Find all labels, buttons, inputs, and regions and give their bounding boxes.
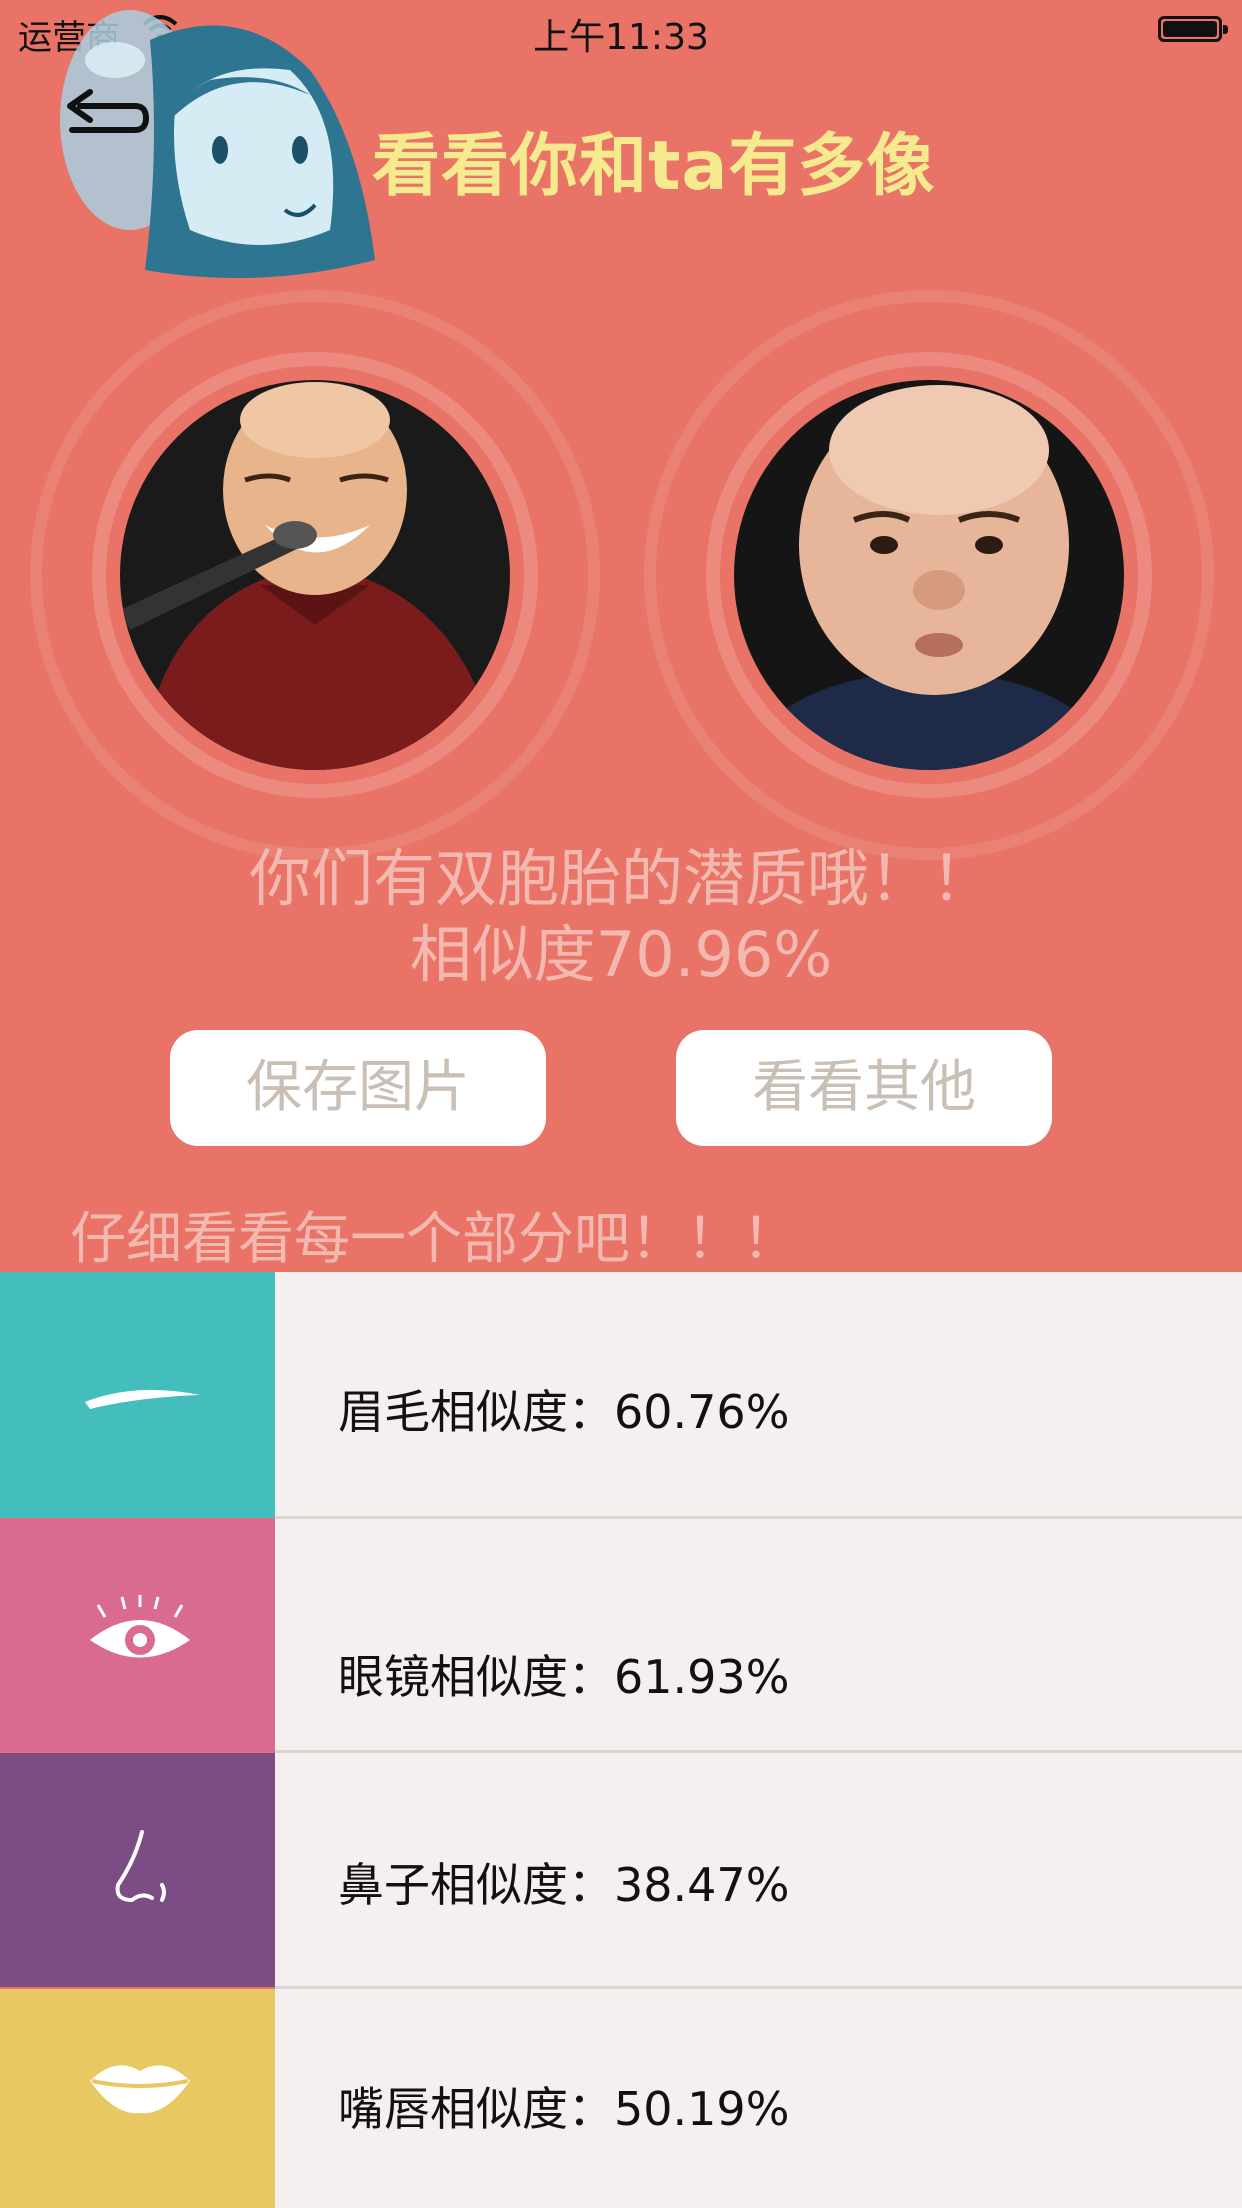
- nose-icon: [115, 1830, 166, 1903]
- battery-icon: [1158, 16, 1228, 42]
- nose-similarity: 鼻子相似度：38.47%: [338, 1858, 790, 1912]
- nose-swatch: [0, 1753, 275, 1987]
- lips-swatch: [0, 1989, 275, 2208]
- feature-row-eyebrow[interactable]: 眉毛相似度：60.76%: [0, 1272, 1242, 1518]
- back-arrow-icon[interactable]: [60, 88, 150, 148]
- lips-icon: [90, 2065, 190, 2114]
- right-face-photo[interactable]: [734, 380, 1124, 770]
- eyebrow-similarity: 眉毛相似度：60.76%: [338, 1385, 790, 1439]
- eye-similarity: 眼镜相似度：61.93%: [338, 1650, 790, 1704]
- eyebrow-icon: [85, 1389, 200, 1409]
- save-image-button[interactable]: 保存图片: [170, 1030, 546, 1146]
- section-title: 仔细看看每一个部分吧！！！: [70, 1207, 798, 1272]
- feature-row-eye[interactable]: 眼镜相似度：61.93%: [0, 1519, 1242, 1752]
- left-face-photo[interactable]: [120, 380, 510, 770]
- eye-swatch: [0, 1519, 275, 1752]
- see-others-button[interactable]: 看看其他: [676, 1030, 1052, 1146]
- left-photo-frame: [30, 290, 600, 860]
- feature-row-lips[interactable]: 嘴唇相似度：50.19%: [0, 1989, 1242, 2208]
- lips-similarity: 嘴唇相似度：50.19%: [338, 2082, 790, 2136]
- right-photo-frame: [644, 290, 1214, 860]
- eye-icon: [90, 1595, 190, 1658]
- feature-row-nose[interactable]: 鼻子相似度：38.47%: [0, 1753, 1242, 1987]
- eyebrow-swatch: [0, 1272, 275, 1518]
- similarity-score: 相似度70.96%: [409, 918, 833, 991]
- page-title: 看看你和ta有多像: [372, 127, 936, 206]
